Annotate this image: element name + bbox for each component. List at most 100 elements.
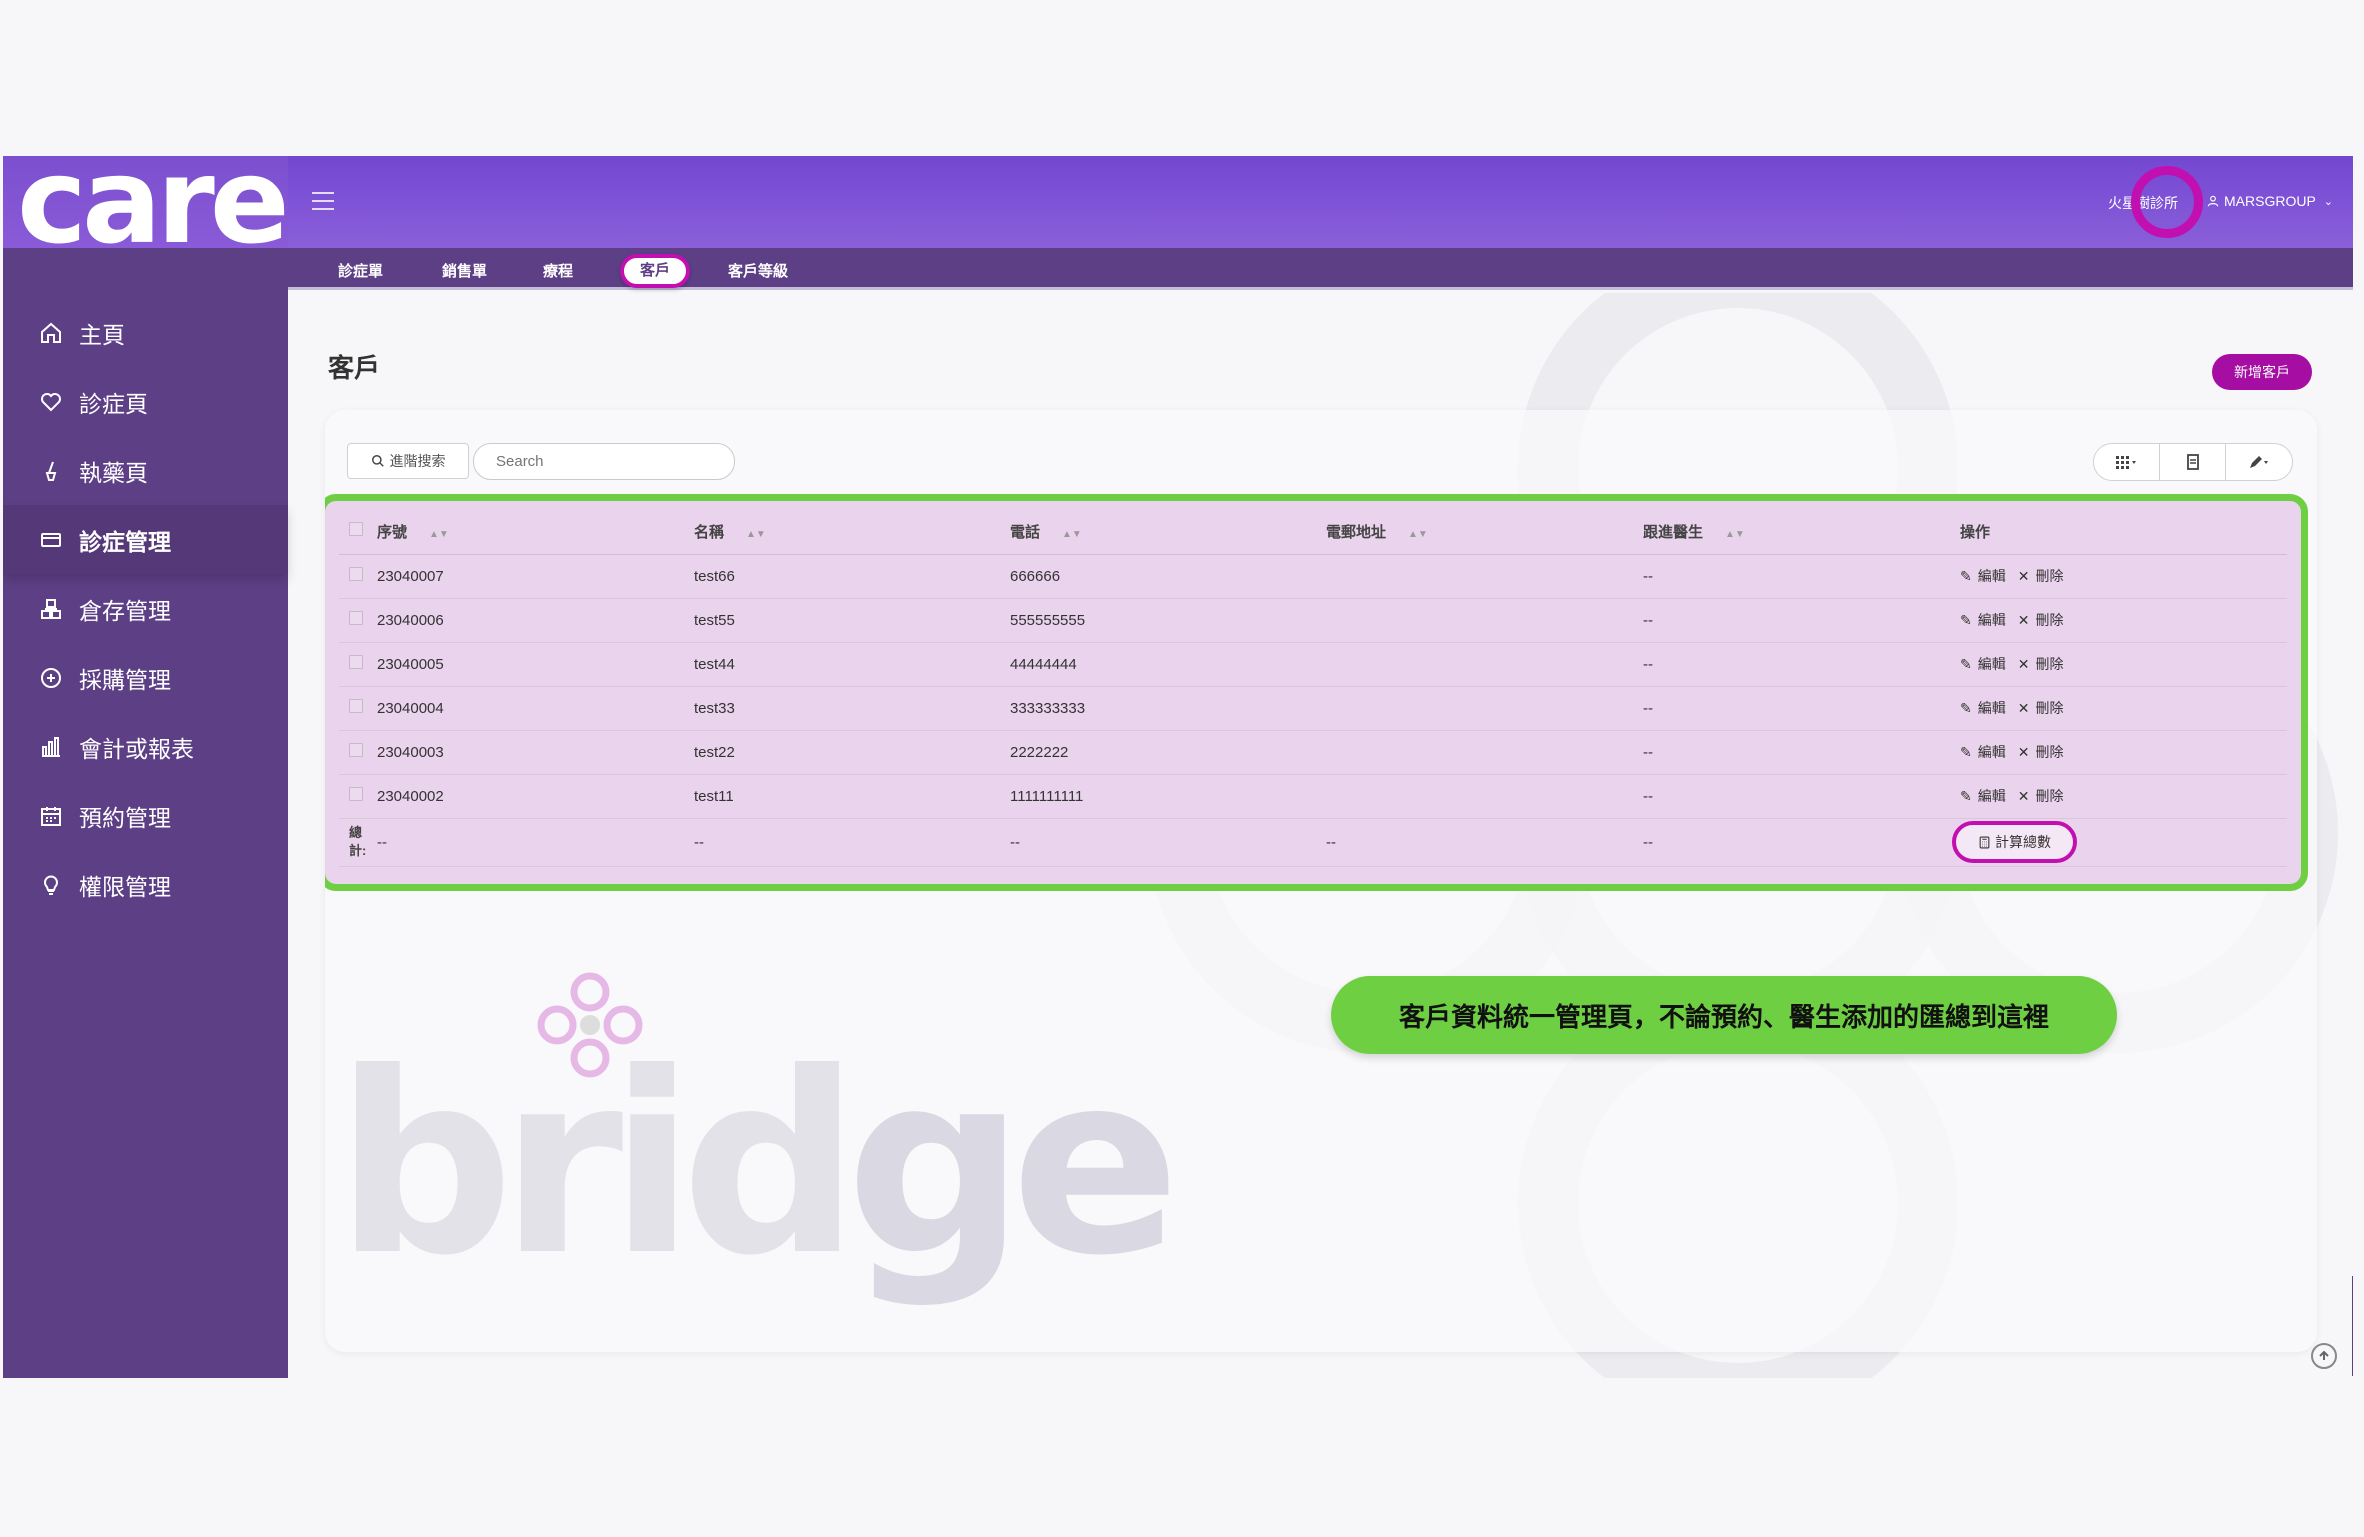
export-button[interactable]	[2160, 444, 2226, 480]
row-checkbox[interactable]	[349, 611, 363, 625]
column-header-name[interactable]: 名稱 ▲▼	[694, 509, 1010, 555]
column-header-email[interactable]: 電郵地址 ▲▼	[1326, 509, 1643, 555]
total-label: 總計:	[339, 818, 377, 867]
sidebar-item-inventory[interactable]: 倉存管理	[3, 574, 288, 643]
delete-link[interactable]: ✕ 刪除	[2018, 612, 2070, 628]
arrow-up-icon	[2319, 1350, 2329, 1360]
sub-navigation: 診症單 銷售單 療程 客戶 客戶等級	[288, 248, 2353, 290]
edit-link[interactable]: ✎ 編輯	[1960, 788, 2012, 804]
edit-link[interactable]: ✎ 編輯	[1960, 612, 2012, 628]
columns-toggle-button[interactable]	[2094, 444, 2160, 480]
column-header-id[interactable]: 序號 ▲▼	[377, 509, 694, 555]
total-doctor: --	[1643, 818, 1960, 867]
row-checkbox[interactable]	[349, 787, 363, 801]
row-checkbox[interactable]	[349, 655, 363, 669]
sidebar-item-label: 會計或報表	[79, 735, 194, 762]
sidebar-item-label: 診症管理	[79, 528, 171, 555]
edit-link[interactable]: ✎ 編輯	[1960, 744, 2012, 760]
tab-consult-orders[interactable]: 診症單	[338, 260, 383, 281]
advanced-search-button[interactable]: 進階搜索	[347, 443, 469, 479]
calculate-total-button[interactable]: 計算總數	[1952, 821, 2077, 863]
table-body: 23040007 test66 666666 -- ✎ 編輯 ✕ 刪除 23040006 test…	[339, 554, 2287, 819]
calculator-icon	[1979, 836, 1990, 848]
edit-link[interactable]: ✎ 編輯	[1960, 568, 2012, 584]
sidebar-item-label: 主頁	[79, 321, 125, 348]
sidebar-item-dispense[interactable]: 執藥頁	[3, 436, 288, 505]
scroll-to-top-button[interactable]	[2311, 1343, 2337, 1369]
select-all-checkbox[interactable]	[349, 522, 363, 537]
close-icon: ✕	[2017, 744, 2030, 760]
user-name: MARSGROUP	[2224, 193, 2316, 209]
table-row: 23040007 test66 666666 -- ✎ 編輯 ✕ 刪除	[339, 554, 2287, 599]
edit-link[interactable]: ✎ 編輯	[1960, 700, 2012, 716]
close-icon: ✕	[2017, 612, 2030, 628]
cell-id: 23040003	[377, 730, 694, 775]
tab-treatments[interactable]: 療程	[543, 260, 573, 281]
tab-sales-orders[interactable]: 銷售單	[442, 260, 487, 281]
cell-email	[1326, 686, 1643, 731]
scrollbar[interactable]	[2352, 1276, 2353, 1376]
customer-list-card: bridge 進階搜索 Search 序號 ▲▼ 名稱 ▲▼ 電話 ▲▼ 電郵地…	[325, 410, 2317, 1352]
cell-phone: 333333333	[1010, 686, 1326, 731]
edit-link[interactable]: ✎ 編輯	[1960, 656, 2012, 672]
row-checkbox[interactable]	[349, 567, 363, 581]
delete-link[interactable]: ✕ 刪除	[2018, 700, 2070, 716]
cell-name: test55	[694, 598, 1010, 643]
sort-icon: ▲▼	[1408, 528, 1428, 540]
cell-doctor: --	[1643, 730, 1960, 775]
cell-email	[1326, 774, 1643, 819]
search-input[interactable]	[473, 443, 735, 480]
cell-name: test11	[694, 774, 1010, 819]
annotation-callout: 客戶資料統一管理頁，不論預約、醫生添加的匯總到這裡	[1331, 976, 2117, 1054]
sidebar-item-consult-management[interactable]: 診症管理	[3, 505, 288, 574]
cell-doctor: --	[1643, 686, 1960, 731]
row-checkbox[interactable]	[349, 743, 363, 757]
tab-customers[interactable]: 客戶	[620, 254, 691, 288]
sidebar-item-home[interactable]: 主頁	[3, 298, 288, 367]
user-menu[interactable]: MARSGROUP ⌄	[2206, 193, 2333, 209]
sidebar-item-consult[interactable]: 診症頁	[3, 367, 288, 436]
heart-icon	[39, 390, 63, 414]
delete-link[interactable]: ✕ 刪除	[2018, 656, 2070, 672]
boxes-icon	[39, 597, 63, 621]
edit-tools-button[interactable]	[2226, 444, 2292, 480]
menu-toggle-icon[interactable]	[312, 192, 334, 210]
add-customer-button[interactable]: 新增客戶	[2212, 354, 2312, 390]
cell-id: 23040007	[377, 554, 694, 599]
row-checkbox[interactable]	[349, 699, 363, 713]
calendar-icon	[39, 804, 63, 828]
table-row: 23040006 test55 555555555 -- ✎ 編輯 ✕ 刪除	[339, 598, 2287, 643]
sidebar-item-label: 診症頁	[79, 390, 148, 417]
highlight-ring	[2131, 166, 2203, 238]
table-tools	[2093, 443, 2293, 481]
table-total-row: 總計: -- -- -- -- -- 計算總數	[339, 818, 2287, 867]
sidebar-item-permissions[interactable]: 權限管理	[3, 850, 288, 919]
delete-link[interactable]: ✕ 刪除	[2018, 788, 2070, 804]
cell-phone: 555555555	[1010, 598, 1326, 643]
edit-icon: ✎	[1960, 656, 1972, 672]
table-header-row: 序號 ▲▼ 名稱 ▲▼ 電話 ▲▼ 電郵地址 ▲▼ 跟進醫生 ▲▼ 操作	[339, 509, 2287, 555]
sidebar-item-booking[interactable]: 預約管理	[3, 781, 288, 850]
search-icon	[371, 455, 384, 467]
cell-doctor: --	[1643, 598, 1960, 643]
logo[interactable]: care	[3, 156, 290, 260]
column-header-doctor[interactable]: 跟進醫生 ▲▼	[1643, 509, 1960, 555]
sidebar-item-accounting[interactable]: 會計或報表	[3, 712, 288, 781]
total-id: --	[377, 818, 694, 867]
table-row: 23040003 test22 2222222 -- ✎ 編輯 ✕ 刪除	[339, 730, 2287, 775]
tab-customer-levels[interactable]: 客戶等級	[728, 260, 788, 281]
home-icon	[39, 321, 63, 345]
cell-phone: 1111111111	[1010, 774, 1326, 819]
total-email: --	[1326, 818, 1643, 867]
sort-icon: ▲▼	[429, 528, 449, 540]
cell-email	[1326, 642, 1643, 687]
delete-link[interactable]: ✕ 刪除	[2018, 568, 2070, 584]
sort-icon: ▲▼	[746, 528, 766, 540]
column-header-phone[interactable]: 電話 ▲▼	[1010, 509, 1326, 555]
bridge-watermark: bridge	[325, 970, 1180, 1352]
topbar: 火星樹診所 MARSGROUP ⌄	[288, 156, 2353, 248]
edit-icon: ✎	[1960, 700, 1972, 716]
sidebar-item-purchase[interactable]: 採購管理	[3, 643, 288, 712]
delete-link[interactable]: ✕ 刪除	[2018, 744, 2070, 760]
logo-text: care	[17, 156, 290, 270]
